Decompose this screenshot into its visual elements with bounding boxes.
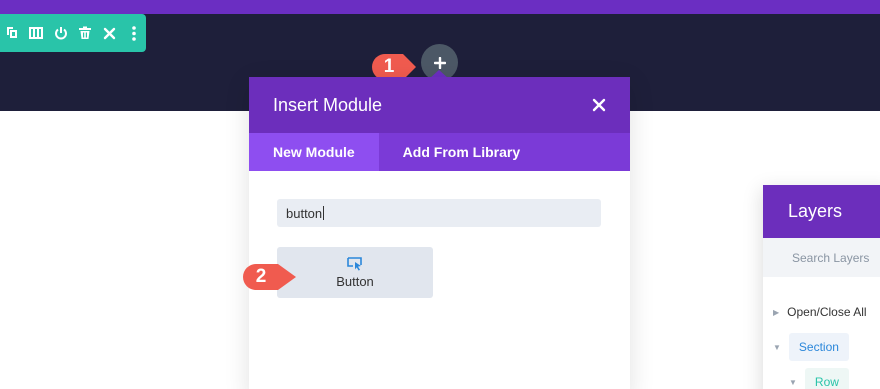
tab-new-module[interactable]: New Module (249, 133, 379, 171)
modal-title: Insert Module (273, 94, 383, 115)
layer-label-section: Section (788, 333, 849, 361)
callout-number: 2 (255, 266, 267, 287)
open-close-all-toggle[interactable]: ▶ Open/Close All (773, 305, 867, 319)
caret-down-icon: ▼ (789, 377, 797, 387)
trash-icon[interactable] (73, 14, 97, 52)
caret-right-icon: ▶ (773, 307, 780, 317)
callout-step-2: 2 (241, 262, 296, 292)
modal-header: Insert Module (249, 77, 630, 133)
module-result-label: Button (336, 273, 374, 289)
layer-item-row[interactable]: ▼ Row (789, 368, 849, 389)
layer-label-row: Row (804, 368, 849, 389)
plus-icon (433, 56, 446, 69)
columns-icon[interactable] (24, 14, 48, 52)
power-icon[interactable] (49, 14, 73, 52)
cursor-icon (347, 256, 362, 271)
open-close-all-label: Open/Close All (787, 305, 867, 319)
layers-title: Layers (763, 185, 880, 238)
caret-down-icon: ▼ (773, 342, 781, 352)
insert-module-modal: Insert Module New Module Add From Librar… (249, 77, 630, 389)
duplicate-icon[interactable] (0, 14, 24, 52)
layer-item-section[interactable]: ▼ Section (773, 333, 849, 361)
module-search-input[interactable]: button (277, 199, 601, 227)
section-toolbar (0, 14, 146, 52)
module-search-value: button (286, 205, 323, 221)
close-icon (592, 98, 606, 112)
text-caret (323, 206, 325, 220)
tab-add-from-library[interactable]: Add From Library (379, 133, 544, 171)
close-icon[interactable] (97, 14, 121, 52)
layers-search-input[interactable]: Search Layers (763, 238, 880, 277)
modal-close-button[interactable] (592, 94, 606, 116)
layers-panel: Layers Search Layers ▶ Open/Close All ▼ … (763, 185, 880, 389)
top-purple-stripe (0, 0, 880, 14)
more-icon[interactable] (122, 14, 146, 52)
modal-tabs: New Module Add From Library (249, 133, 630, 171)
